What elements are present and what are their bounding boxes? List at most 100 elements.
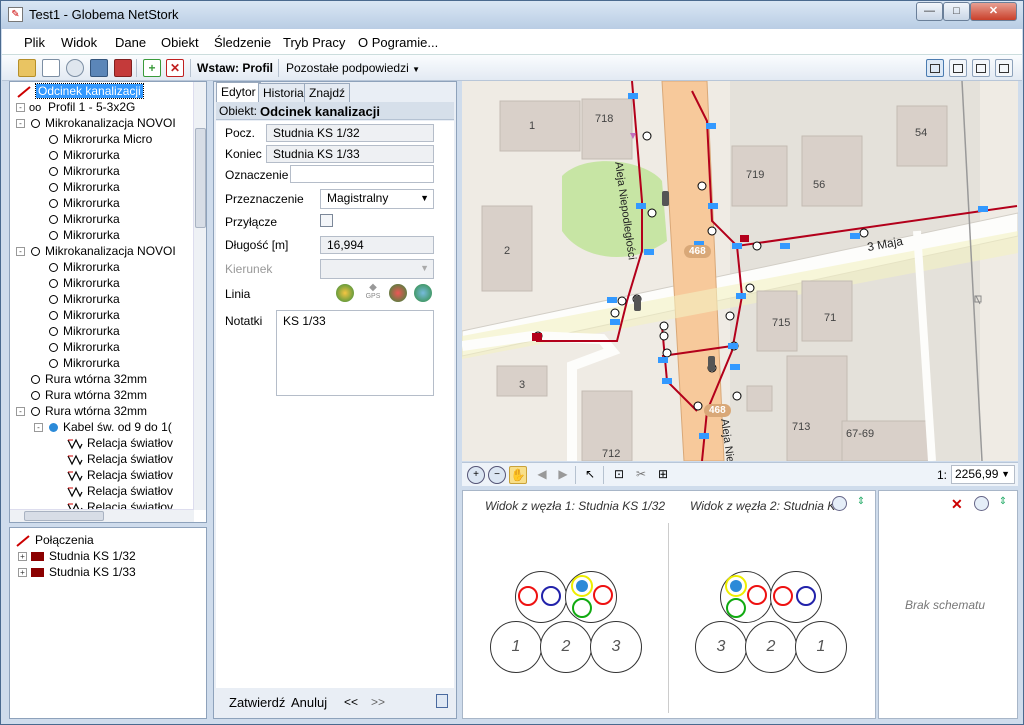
connector-checkbox[interactable] <box>320 214 333 227</box>
duct-number[interactable]: 1 <box>490 621 542 673</box>
microduct-bundle[interactable] <box>515 571 567 623</box>
insert-profile-label[interactable]: Wstaw: Profil <box>197 61 273 75</box>
tree-vertical-scrollbar[interactable] <box>193 82 206 510</box>
tree-item[interactable]: Mikrorurka <box>34 195 120 211</box>
tree-item[interactable]: Mikrorurka <box>34 355 120 371</box>
magnifier-icon[interactable] <box>832 496 847 511</box>
magnifier-icon[interactable] <box>974 496 989 511</box>
connection-item[interactable]: + Studnia KS 1/33 <box>18 564 136 580</box>
expand-icon[interactable]: + <box>18 552 27 562</box>
duct-number[interactable]: 3 <box>695 621 747 673</box>
tree-item[interactable]: Rura wtórna 32mm <box>16 371 147 387</box>
tree-item[interactable]: - Mikrokanalizacja NOVOI <box>16 243 176 259</box>
hints-dropdown[interactable]: Pozostałe podpowiedzi ▼ <box>286 61 420 75</box>
close-button[interactable]: ✕ <box>970 2 1017 21</box>
duct-number[interactable]: 1 <box>795 621 847 673</box>
tree-item[interactable]: Odcinek kanalizacji <box>16 83 144 99</box>
pan-hand-icon[interactable]: ✋ <box>509 466 527 484</box>
document-icon[interactable] <box>436 694 448 708</box>
tree-item[interactable]: Mikrorurka <box>34 275 120 291</box>
delete-icon[interactable]: ✕ <box>166 59 184 77</box>
print-preview-icon[interactable] <box>66 59 84 77</box>
duct-number[interactable]: 3 <box>590 621 642 673</box>
layout-4-icon[interactable] <box>995 59 1013 77</box>
end-field[interactable]: Studnia KS 1/33 <box>266 145 434 163</box>
confirm-button[interactable]: Zatwierdź <box>229 695 285 710</box>
image-icon[interactable] <box>90 59 108 77</box>
tree-item[interactable]: - oo Profil 1 - 5-3x2G <box>16 99 135 115</box>
expand-icon[interactable]: + <box>18 568 27 578</box>
microduct-bundle[interactable] <box>565 571 617 623</box>
gps-icon[interactable]: ◆ GPS <box>363 282 383 304</box>
tree-item[interactable]: Mikrorurka <box>34 323 120 339</box>
tree-item[interactable]: Mikrorurka <box>34 307 120 323</box>
tree-item[interactable]: Relacja światłov <box>54 435 173 451</box>
tree-item[interactable]: Rura wtórna 32mm <box>16 387 147 403</box>
node-cut-icon[interactable]: ✂ <box>632 466 650 484</box>
collapse-icon[interactable]: - <box>34 423 43 433</box>
tree-item[interactable]: Mikrorurka <box>34 291 120 307</box>
tree-horizontal-scrollbar[interactable] <box>10 509 194 522</box>
tree-item[interactable]: Mikrorurka <box>34 259 120 275</box>
map-view[interactable]: 1 718 719 56 54 2 715 71 3 713 67-69 712… <box>462 81 1018 461</box>
menu-tryb-pracy[interactable]: Tryb Pracy <box>283 35 345 50</box>
document-icon[interactable] <box>42 59 60 77</box>
microduct-bundle[interactable] <box>720 571 772 623</box>
duct-number[interactable]: 2 <box>745 621 797 673</box>
connection-item[interactable]: + Studnia KS 1/32 <box>18 548 136 564</box>
tree-item[interactable]: Mikrorurka <box>34 211 120 227</box>
tree-item[interactable]: Mikrorurka <box>34 163 120 179</box>
tab-historia[interactable]: Historia <box>258 83 309 102</box>
collapse-icon[interactable]: - <box>16 247 25 257</box>
tab-edytor[interactable]: Edytor <box>216 82 261 102</box>
back-arrow-icon[interactable]: ◀ <box>533 466 551 484</box>
tree-item[interactable]: Mikrorurka <box>34 227 120 243</box>
collapse-icon[interactable]: - <box>16 103 25 113</box>
menu-dane[interactable]: Dane <box>115 35 146 50</box>
add-icon[interactable]: + <box>143 59 161 77</box>
globe-remove-icon[interactable] <box>389 284 407 302</box>
tree-item[interactable]: - Rura wtórna 32mm <box>16 403 147 419</box>
layout-3-icon[interactable] <box>972 59 990 77</box>
tree-item[interactable]: Mikrorurka <box>34 179 120 195</box>
globe-view-icon[interactable] <box>414 284 432 302</box>
menu-sledzenie[interactable]: Śledzenie <box>214 35 271 50</box>
notes-textarea[interactable]: KS 1/33 <box>276 310 434 396</box>
menu-obiekt[interactable]: Obiekt <box>161 35 199 50</box>
save-icon[interactable] <box>114 59 132 77</box>
mark-input[interactable] <box>290 165 434 183</box>
maximize-button[interactable]: □ <box>943 2 970 21</box>
resize-icon[interactable]: ⇕ <box>993 496 1013 511</box>
menu-widok[interactable]: Widok <box>61 35 97 50</box>
tree-item[interactable]: - Mikrokanalizacja NOVOI <box>16 115 176 131</box>
start-field[interactable]: Studnia KS 1/32 <box>266 124 434 142</box>
tree-item[interactable]: Relacja światłov <box>54 483 173 499</box>
open-folder-icon[interactable] <box>18 59 36 77</box>
layout-2-icon[interactable] <box>949 59 967 77</box>
duct-number[interactable]: 2 <box>540 621 592 673</box>
direction-select[interactable]: ▼ <box>320 259 434 279</box>
tree-item[interactable]: Relacja światłov <box>54 451 173 467</box>
previous-button[interactable]: << <box>344 695 358 709</box>
menu-o-programie[interactable]: O Pogramie... <box>358 35 438 50</box>
forward-arrow-icon[interactable]: ▶ <box>554 466 572 484</box>
microduct-bundle[interactable] <box>770 571 822 623</box>
minimize-button[interactable]: — <box>916 2 943 21</box>
globe-icon[interactable] <box>336 284 354 302</box>
scale-select[interactable]: 2256,99 ▼ <box>951 465 1015 484</box>
layout-1-icon[interactable] <box>926 59 944 77</box>
tree-item[interactable]: Mikrorurka <box>34 339 120 355</box>
purpose-select[interactable]: Magistralny ▼ <box>320 189 434 209</box>
collapse-icon[interactable]: - <box>16 407 25 417</box>
collapse-icon[interactable]: - <box>16 119 25 129</box>
length-field[interactable]: 16,994 <box>320 236 434 254</box>
node-select-icon[interactable]: ⊞ <box>654 466 672 484</box>
zoom-in-icon[interactable]: + <box>467 466 485 484</box>
menu-plik[interactable]: Plik <box>24 35 45 50</box>
resize-icon[interactable]: ⇕ <box>851 496 871 511</box>
tab-znajdz[interactable]: Znajdź <box>304 83 351 102</box>
cancel-button[interactable]: Anuluj <box>291 695 327 710</box>
zoom-out-icon[interactable]: − <box>488 466 506 484</box>
tree-item[interactable]: - Kabel św. od 9 do 1( <box>34 419 172 435</box>
tree-item[interactable]: Mikrorurka Micro <box>34 131 152 147</box>
